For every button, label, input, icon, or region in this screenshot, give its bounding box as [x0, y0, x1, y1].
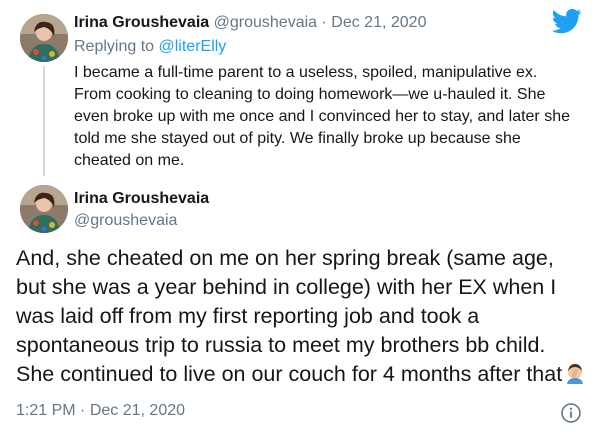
reply-tweet: Irina Groushevaia @groushevaia · Dec 21,… [0, 0, 600, 180]
avatar-photo-icon [20, 14, 68, 62]
tweet-timestamp[interactable]: 1:21 PM · Dec 21, 2020 [16, 402, 185, 420]
tweet-text: And, she cheated on me on her spring bre… [16, 244, 588, 389]
handle[interactable]: @groushevaia [74, 212, 177, 230]
separator: · [80, 402, 86, 419]
avatar[interactable] [20, 14, 68, 62]
tweet-date: Dec 21, 2020 [89, 402, 186, 419]
info-icon[interactable] [560, 402, 582, 424]
man-facepalming-emoji-icon [567, 364, 584, 384]
tweet-time: 1:21 PM [16, 402, 76, 419]
main-tweet: Irina Groushevaia @groushevaia And, she … [0, 180, 600, 439]
twitter-bird-icon[interactable] [552, 6, 582, 36]
avatar[interactable] [20, 185, 68, 233]
avatar-photo-icon [20, 185, 68, 233]
tweet-date[interactable]: Dec 21, 2020 [331, 14, 426, 31]
replying-to: Replying to @literElly [74, 38, 226, 56]
tweet-text-content: And, she cheated on me on her spring bre… [16, 246, 563, 386]
handle[interactable]: @groushevaia [214, 14, 317, 31]
replying-prefix: Replying to [74, 38, 155, 55]
mention-link[interactable]: @literElly [159, 38, 227, 55]
separator: · [321, 14, 327, 31]
display-name[interactable]: Irina Groushevaia [74, 190, 209, 208]
reply-header: Irina Groushevaia @groushevaia · Dec 21,… [74, 14, 426, 32]
display-name[interactable]: Irina Groushevaia [74, 14, 209, 31]
thread-line [43, 66, 45, 176]
tweet-text: I became a full-time parent to a useless… [74, 64, 570, 169]
